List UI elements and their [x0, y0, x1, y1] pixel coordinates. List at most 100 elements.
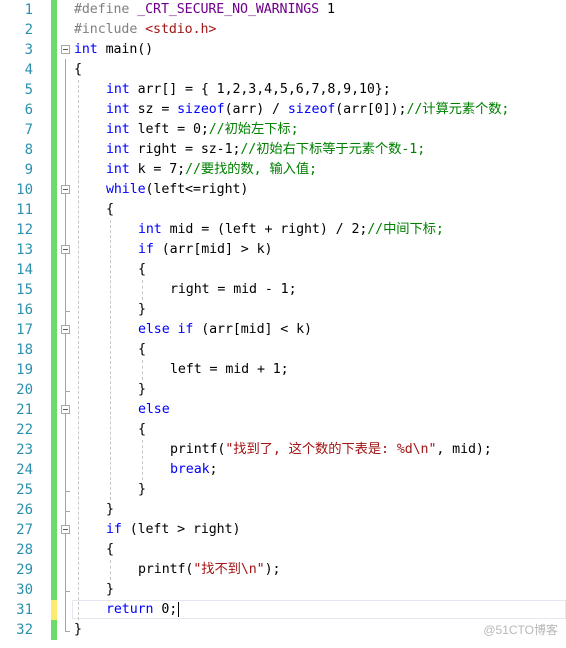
- saved-change-marker: [51, 220, 57, 240]
- code-line[interactable]: 23 printf("找到了, 这个数的下表是: %d\n", mid);: [0, 440, 566, 460]
- line-number: 30: [16, 582, 33, 598]
- code-line[interactable]: 31 return 0;: [0, 600, 566, 620]
- collapse-icon[interactable]: [61, 525, 70, 534]
- saved-change-marker: [51, 120, 57, 140]
- token-str: "找不到\n": [193, 562, 265, 577]
- token-kw: int: [106, 102, 130, 117]
- line-number: 21: [16, 402, 33, 418]
- code-line[interactable]: 27 if (left > right): [0, 520, 566, 540]
- token-mac: _CRT_SECURE_NO_WARNINGS: [137, 2, 320, 17]
- token-plain: }: [138, 482, 146, 497]
- code-line[interactable]: 20}: [0, 380, 566, 400]
- code-line[interactable]: 11 {: [0, 200, 566, 220]
- code-line[interactable]: 15 right = mid - 1;: [0, 280, 566, 300]
- code-line[interactable]: 26}: [0, 500, 566, 520]
- code-line[interactable]: 13 if (arr[mid] > k): [0, 240, 566, 260]
- saved-change-marker: [51, 300, 57, 320]
- code-line[interactable]: 21 else: [0, 400, 566, 420]
- collapse-icon[interactable]: [61, 185, 70, 194]
- code-line[interactable]: 17 else if (arr[mid] < k): [0, 320, 566, 340]
- code-text: int k = 7;//要找的数, 输入值;: [106, 160, 317, 180]
- line-number: 16: [16, 302, 33, 318]
- code-editor[interactable]: 1 #define _CRT_SECURE_NO_WARNINGS 1 2 #incl…: [0, 0, 566, 648]
- code-text: return 0;: [106, 600, 180, 620]
- token-plain: mid = (left + right) / 2;: [161, 222, 368, 237]
- code-line[interactable]: 18 {: [0, 340, 566, 360]
- token-kw: if: [106, 522, 122, 537]
- code-line[interactable]: 28 {: [0, 540, 566, 560]
- line-number: 10: [16, 182, 33, 198]
- line-number: 26: [16, 502, 33, 518]
- collapse-icon[interactable]: [61, 245, 70, 254]
- line-number: 15: [16, 282, 33, 298]
- code-line[interactable]: 7 int left = 0;//初始左下标;: [0, 120, 566, 140]
- saved-change-marker: [51, 260, 57, 280]
- code-text: #include <stdio.h>: [74, 20, 216, 40]
- code-line[interactable]: 16}: [0, 300, 566, 320]
- token-plain: ;: [209, 462, 218, 477]
- code-line[interactable]: 3 int main(): [0, 40, 566, 60]
- saved-change-marker: [51, 360, 57, 380]
- code-line[interactable]: 22 {: [0, 420, 566, 440]
- token-kw: sizeof: [287, 102, 336, 117]
- line-number: 22: [16, 422, 33, 438]
- code-line[interactable]: 30}: [0, 580, 566, 600]
- saved-change-marker: [51, 0, 57, 20]
- line-number: 32: [16, 622, 33, 638]
- code-line[interactable]: 2 #include <stdio.h>: [0, 20, 566, 40]
- token-plain: printf(: [138, 562, 194, 577]
- code-line[interactable]: 9 int k = 7;//要找的数, 输入值;: [0, 160, 566, 180]
- token-plain: (left<=right): [145, 182, 249, 197]
- token-kw: else if: [138, 322, 194, 337]
- code-text: int mid = (left + right) / 2;//中间下标;: [138, 220, 444, 240]
- code-line[interactable]: 5 int arr[] = { 1,2,3,4,5,6,7,8,9,10};: [0, 80, 566, 100]
- code-line[interactable]: 14 {: [0, 260, 566, 280]
- saved-change-marker: [51, 480, 57, 500]
- token-plain: {: [74, 62, 82, 77]
- token-plain: (arr[mid] > k): [153, 242, 273, 257]
- code-line[interactable]: 24 break;: [0, 460, 566, 480]
- code-line[interactable]: 1 #define _CRT_SECURE_NO_WARNINGS 1: [0, 0, 566, 20]
- code-line[interactable]: 25}: [0, 480, 566, 500]
- collapse-icon[interactable]: [61, 325, 70, 334]
- code-line[interactable]: 32}: [0, 620, 566, 640]
- token-str: "找到了, 这个数的下表是: %d\n": [225, 442, 437, 457]
- token-kw: while: [106, 182, 146, 197]
- saved-change-marker: [51, 460, 57, 480]
- line-number: 14: [16, 262, 33, 278]
- token-plain: (arr[0]);: [335, 102, 407, 117]
- code-text: }: [138, 300, 146, 320]
- code-line[interactable]: 19 left = mid + 1;: [0, 360, 566, 380]
- code-line[interactable]: 6 int sz = sizeof(arr) / sizeof(arr[0]);/…: [0, 100, 566, 120]
- token-cm: //要找的数, 输入值;: [185, 162, 317, 177]
- token-plain: k = 7;: [129, 162, 186, 177]
- token-plain: );: [264, 562, 281, 577]
- token-kw: return: [106, 602, 154, 617]
- collapse-icon[interactable]: [61, 405, 70, 414]
- code-line[interactable]: 10 while(left<=right): [0, 180, 566, 200]
- code-line[interactable]: 29 printf("找不到\n");: [0, 560, 566, 580]
- token-plain: }: [138, 302, 146, 317]
- line-number: 20: [16, 382, 33, 398]
- code-line[interactable]: 4{: [0, 60, 566, 80]
- saved-change-marker: [51, 140, 57, 160]
- token-kw: int: [106, 82, 130, 97]
- saved-change-marker: [51, 180, 57, 200]
- token-plain: sz =: [129, 102, 178, 117]
- code-text: right = mid - 1;: [170, 280, 297, 300]
- code-text: {: [74, 60, 82, 80]
- text-cursor: [178, 601, 180, 617]
- saved-change-marker: [51, 320, 57, 340]
- token-plain: 1: [319, 2, 335, 17]
- line-number: 11: [16, 202, 33, 218]
- token-plain: , mid);: [436, 442, 492, 457]
- line-number: 27: [16, 522, 33, 538]
- token-cm: //初始左下标;: [208, 122, 299, 137]
- code-line[interactable]: 8 int right = sz-1;//初始右下标等于元素个数-1;: [0, 140, 566, 160]
- collapse-icon[interactable]: [61, 45, 70, 54]
- token-plain: {: [106, 542, 114, 557]
- token-plain: (arr[mid] < k): [193, 322, 312, 337]
- code-line[interactable]: 12 int mid = (left + right) / 2;//中间下标;: [0, 220, 566, 240]
- code-text: }: [106, 580, 114, 600]
- code-text: }: [138, 380, 146, 400]
